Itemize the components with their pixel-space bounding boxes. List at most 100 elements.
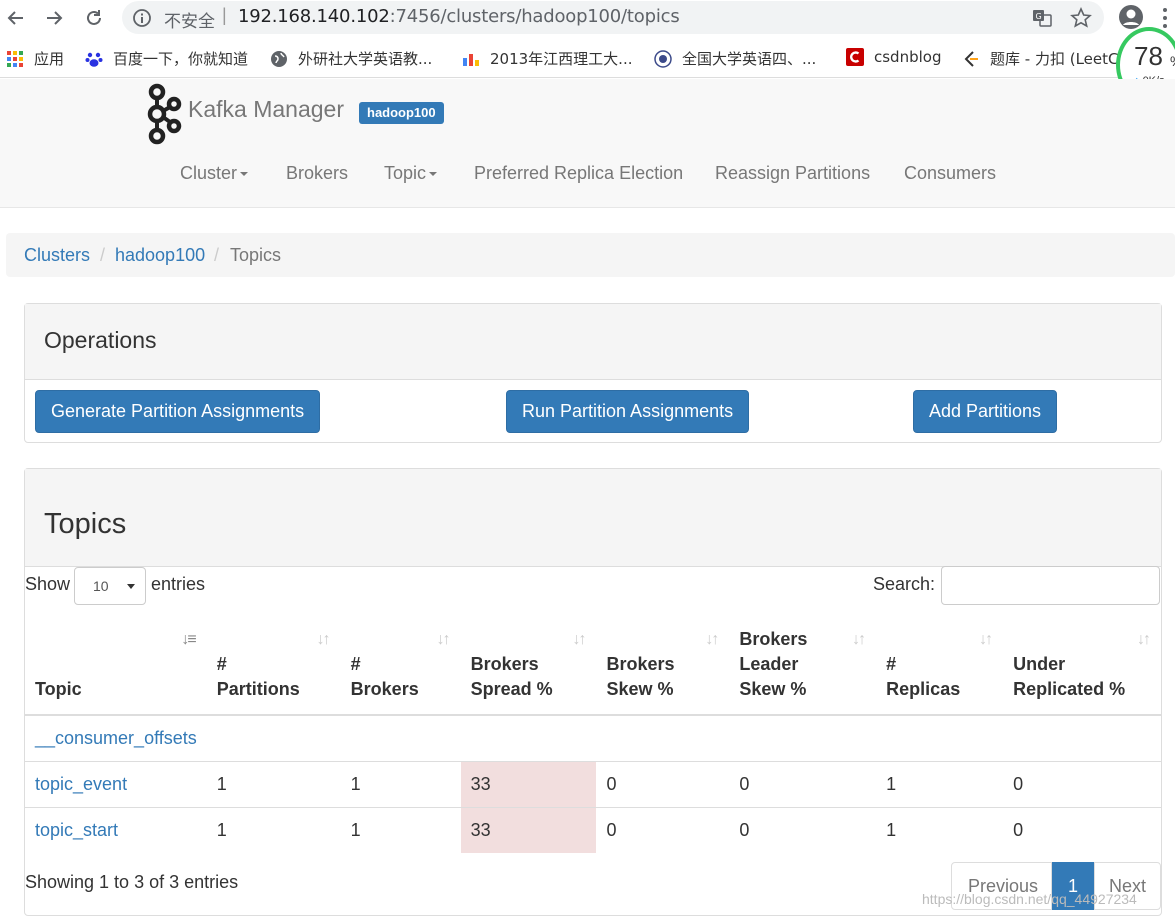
breadcrumb: Clusters / hadoop100 / Topics [6, 233, 1175, 277]
header-topic[interactable]: ↓≡ Topic [25, 615, 207, 716]
kebab-menu-icon[interactable] [1160, 6, 1170, 30]
sort-icon: ↓↑ [436, 631, 451, 648]
info-icon[interactable] [132, 8, 152, 28]
nav-topic-label: Topic [384, 163, 427, 183]
kafka-logo-icon[interactable] [144, 83, 182, 145]
caret-down-icon [429, 172, 438, 177]
nav-reassign-partitions[interactable]: Reassign Partitions [715, 163, 870, 184]
bookmark-apps[interactable]: 应用 [6, 48, 64, 69]
breadcrumb-clusters[interactable]: Clusters [24, 245, 90, 266]
operations-panel: Operations Generate Partition Assignment… [24, 303, 1162, 443]
header-brokers-skew[interactable]: ↓↑ Brokers Skew % [596, 615, 730, 716]
nav-topic-dropdown[interactable]: Topic [384, 163, 438, 184]
nav-consumers[interactable]: Consumers [904, 163, 996, 184]
bookmark-csdn[interactable]: csdnblog [846, 48, 941, 66]
cell-topic: topic_start [25, 806, 207, 853]
bookmark-cet[interactable]: 全国大学英语四、... [654, 48, 816, 69]
page-length-value: 10 [93, 578, 109, 594]
header-label: Partitions [216, 679, 300, 699]
insecure-label: 不安全 [164, 12, 215, 32]
cluster-badge: hadoop100 [359, 102, 444, 124]
bookmarks-bar: 应用 百度一下，你就知道 外研社大学英语教... 2013年江西理工大... 全… [0, 38, 1175, 78]
app-title[interactable]: Kafka Manager [188, 96, 344, 123]
address-bar[interactable]: 不安全 | 192.168.140.102:7456/clusters/hado… [122, 1, 1104, 34]
breadcrumb-current: Topics [230, 245, 282, 265]
nav-cluster-dropdown[interactable]: Cluster [180, 163, 249, 184]
header-label: Skew % [739, 679, 807, 699]
translate-icon[interactable]: G [1032, 8, 1052, 28]
reload-button[interactable] [80, 4, 108, 32]
add-partitions-button[interactable]: Add Partitions [913, 390, 1058, 433]
sort-ascending-icon: ↓≡ [181, 631, 196, 648]
operations-panel-heading: Operations [25, 304, 1161, 380]
bookmark-label: 题库 - 力扣 (LeetC [990, 50, 1119, 68]
cell-brokers-spread [460, 714, 597, 761]
bookmark-jxust[interactable]: 2013年江西理工大... [462, 48, 632, 69]
forward-button[interactable] [40, 4, 68, 32]
header-brokers-leader-skew[interactable]: ↓↑ Brokers Leader Skew % [729, 615, 877, 716]
table-info: Showing 1 to 3 of 3 entries [25, 872, 239, 892]
sort-icon: ↓↑ [1137, 631, 1151, 648]
nav-preferred-replica-election[interactable]: Preferred Replica Election [474, 163, 683, 184]
search-input[interactable] [941, 566, 1160, 605]
sort-icon: ↓↑ [705, 631, 719, 648]
topic-link[interactable]: __consumer_offsets [35, 728, 197, 748]
url-host: 192.168.140.102 [238, 6, 390, 27]
header-label: Brokers [739, 629, 808, 649]
cell-leader-skew: 0 [729, 806, 877, 853]
topics-panel: Topics Show 10 entries Search: ↓≡ Topic … [24, 468, 1162, 916]
apps-grid-icon [7, 50, 23, 67]
main-nav: Cluster Brokers Topic Preferred Replica … [0, 163, 1175, 187]
bookmark-leetcode[interactable]: 题库 - 力扣 (LeetC [962, 48, 1118, 69]
sort-icon: ↓↑ [316, 631, 331, 648]
page-length-select[interactable]: 10 [74, 567, 146, 605]
show-label: Show [25, 574, 71, 594]
watermark: https://blog.csdn.net/qq_44927234 [922, 891, 1137, 907]
chart-bars-icon [463, 53, 479, 66]
speed-percent-sign: % [1170, 53, 1175, 69]
header-replicas[interactable]: ↓↑ # Replicas [876, 615, 1004, 716]
url-text[interactable]: 192.168.140.102:7456/clusters/hadoop100/… [238, 6, 680, 27]
run-partition-assignments-button[interactable]: Run Partition Assignments [506, 390, 750, 433]
cell-replicas: 1 [876, 806, 1004, 853]
generate-partition-assignments-button[interactable]: Generate Partition Assignments [35, 390, 321, 433]
header-brokers-spread[interactable]: ↓↑ Brokers Spread % [460, 615, 597, 716]
bookmark-label: 百度一下，你就知道 [113, 50, 249, 68]
header-label: Under [1013, 654, 1066, 674]
bookmark-star-icon[interactable] [1070, 7, 1092, 29]
cell-brokers-spread: 33 [460, 760, 597, 807]
header-brokers[interactable]: ↓↑ # Brokers [340, 615, 461, 716]
header-label: Skew % [606, 679, 674, 699]
topics-panel-heading: Topics [25, 469, 1161, 567]
cell-topic: __consumer_offsets [25, 714, 207, 761]
breadcrumb-separator: / [100, 245, 106, 265]
bookmark-baidu[interactable]: 百度一下，你就知道 [85, 48, 248, 69]
cell-brokers: 1 [340, 760, 461, 807]
topic-link[interactable]: topic_start [35, 820, 118, 840]
cell-partitions: 1 [206, 806, 341, 853]
bookmark-fltrp[interactable]: 外研社大学英语教... [270, 48, 432, 69]
emblem-icon [654, 49, 672, 68]
cell-brokers-skew: 0 [596, 760, 730, 807]
forward-arrow-icon [47, 11, 63, 25]
cell-brokers [340, 714, 461, 761]
header-label: Replicated % [1013, 679, 1126, 699]
header-label: # [350, 654, 361, 674]
cell-replicas [876, 714, 1004, 761]
nav-brokers[interactable]: Brokers [286, 163, 348, 184]
sort-icon: ↓↑ [979, 631, 993, 648]
back-button[interactable] [2, 4, 30, 32]
profile-icon[interactable] [1118, 4, 1144, 30]
sort-icon: ↓↑ [572, 631, 586, 648]
topics-table: ↓≡ Topic ↓↑ # Partitions ↓↑ # Brokers ↓↑… [25, 615, 1161, 853]
caret-down-icon [240, 172, 249, 177]
header-partitions[interactable]: ↓↑ # Partitions [206, 615, 341, 716]
navbar: Kafka Manager hadoop100 Cluster Brokers … [0, 79, 1175, 208]
topic-link[interactable]: topic_event [35, 774, 127, 794]
cell-under-replicated [1003, 714, 1161, 761]
breadcrumb-cluster[interactable]: hadoop100 [115, 245, 205, 266]
breadcrumb-separator: / [214, 245, 220, 265]
reload-icon [87, 10, 101, 25]
header-under-replicated[interactable]: ↓↑ Under Replicated % [1003, 615, 1161, 716]
header-label: Brokers [470, 654, 539, 674]
